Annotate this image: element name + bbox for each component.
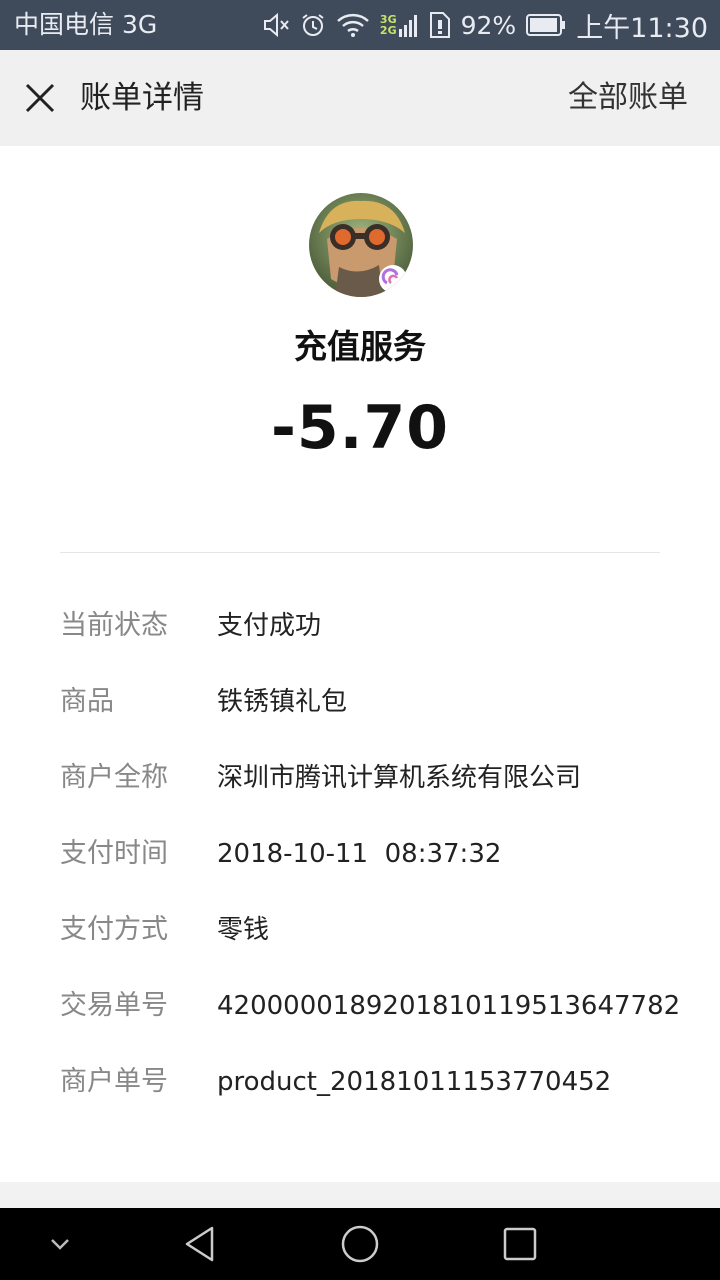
alarm-icon — [300, 12, 326, 38]
home-icon — [341, 1225, 379, 1263]
close-button[interactable] — [20, 76, 60, 120]
signal-icon — [398, 15, 417, 37]
detail-row-transaction-id: 交易单号 4200000189201810119513647782 — [60, 986, 680, 1026]
detail-row-product: 商品 铁锈镇礼包 — [60, 682, 680, 722]
clock: 上午11:30 — [576, 12, 708, 44]
detail-value[interactable]: product_20181011153770452 — [217, 1062, 611, 1102]
all-bills-link[interactable]: 全部账单 — [568, 50, 688, 146]
divider — [60, 552, 660, 553]
detail-row-merchant-order-id: 商户单号 product_20181011153770452 — [60, 1062, 680, 1102]
wifi-icon — [336, 12, 370, 38]
detail-row-merchant: 商户全称 深圳市腾讯计算机系统有限公司 — [60, 758, 680, 798]
detail-value: 铁锈镇礼包 — [217, 687, 348, 717]
battery-icon — [526, 13, 566, 37]
detail-label: 当前状态 — [60, 610, 168, 641]
signal-indicator: 3G 2G — [380, 13, 419, 37]
sim-icon — [429, 11, 451, 39]
detail-label: 商户单号 — [60, 1066, 168, 1097]
carrier-label: 中国电信 3G — [14, 10, 158, 39]
footer-spacer — [0, 1182, 720, 1208]
top-bar: 账单详情 全部账单 — [0, 50, 720, 146]
page-title: 账单详情 — [80, 80, 204, 116]
detail-label: 支付时间 — [60, 838, 168, 869]
detail-row-status: 当前状态 支付成功 — [60, 606, 680, 646]
merchant-avatar — [309, 193, 413, 297]
recents-icon — [503, 1227, 537, 1261]
detail-label: 支付方式 — [60, 914, 168, 945]
detail-value[interactable]: 4200000189201810119513647782 — [217, 986, 680, 1026]
detail-label: 交易单号 — [60, 990, 168, 1021]
network-2g-label: 2G — [379, 24, 397, 37]
mute-icon — [262, 12, 290, 38]
detail-value: 深圳市腾讯计算机系统有限公司 — [217, 763, 582, 793]
service-name: 充值服务 — [294, 327, 426, 366]
detail-label: 商户全称 — [60, 762, 168, 793]
detail-label: 商品 — [60, 686, 114, 717]
close-icon — [25, 83, 55, 113]
recents-button[interactable] — [490, 1208, 550, 1280]
detail-value: 支付成功 — [217, 611, 322, 641]
home-button[interactable] — [330, 1208, 390, 1280]
amount: -5.70 — [271, 393, 449, 463]
back-button[interactable] — [170, 1208, 230, 1280]
back-icon — [185, 1226, 214, 1262]
navigation-bar — [0, 1208, 720, 1280]
hide-keyboard-button[interactable] — [40, 1208, 80, 1280]
status-icons: 3G 2G 92% 上午11:30 — [262, 0, 708, 50]
detail-value: 2018-10-11 08:37:32 — [217, 839, 502, 869]
detail-row-method: 支付方式 零钱 — [60, 910, 680, 950]
status-bar: 中国电信 3G 3G 2G 92% 上午11:30 — [0, 0, 720, 50]
battery-percent: 92% — [460, 10, 517, 40]
chevron-down-icon — [51, 1239, 69, 1250]
detail-row-time: 支付时间 2018-10-11 08:37:32 — [60, 834, 680, 874]
detail-value: 零钱 — [217, 915, 270, 945]
